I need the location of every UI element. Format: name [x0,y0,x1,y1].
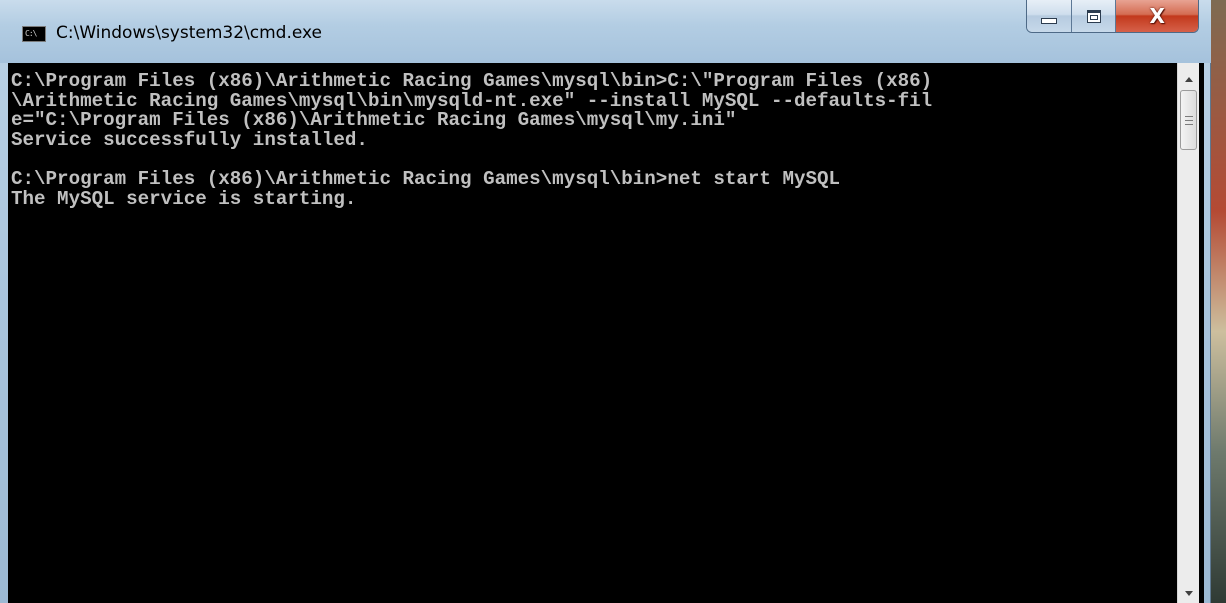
arrow-up-icon [1184,76,1193,82]
vertical-scrollbar[interactable] [1177,63,1199,603]
close-icon: X [1149,4,1165,28]
caption-buttons: X [1026,0,1199,33]
console-client-area[interactable]: C:\Program Files (x86)\Arithmetic Racing… [8,63,1204,603]
window-title: C:\Windows\system32\cmd.exe [56,23,323,43]
scroll-up-button[interactable] [1178,69,1199,89]
console-line: C:\Program Files (x86)\Arithmetic Racing… [11,70,933,92]
minimize-icon [1040,18,1057,24]
console-line: Service successfully installed. [11,128,368,151]
console-line: The MySQL service is starting. [11,187,357,210]
cmd-window: C:\ C:\Windows\system32\cmd.exe X C:\Pro… [0,0,1211,603]
maximize-icon [1086,9,1101,23]
cmd-app-icon[interactable]: C:\ [22,26,46,42]
scroll-down-button[interactable] [1178,583,1199,603]
console-line: C:\Program Files (x86)\Arithmetic Racing… [11,167,841,190]
close-button[interactable]: X [1116,0,1198,32]
cmd-icon-label: C:\ [25,29,37,38]
arrow-down-icon [1184,590,1193,596]
console-line: e="C:\Program Files (x86)\Arithmetic Rac… [11,109,737,132]
console-text: C:\Program Files (x86)\Arithmetic Racing… [11,70,1176,210]
console-output[interactable]: C:\Program Files (x86)\Arithmetic Racing… [8,63,1176,603]
maximize-button[interactable] [1071,0,1117,32]
grip-icon [1184,115,1193,125]
title-bar[interactable]: C:\ C:\Windows\system32\cmd.exe X [0,0,1211,63]
minimize-button[interactable] [1027,0,1072,32]
scrollbar-thumb[interactable] [1180,90,1197,150]
